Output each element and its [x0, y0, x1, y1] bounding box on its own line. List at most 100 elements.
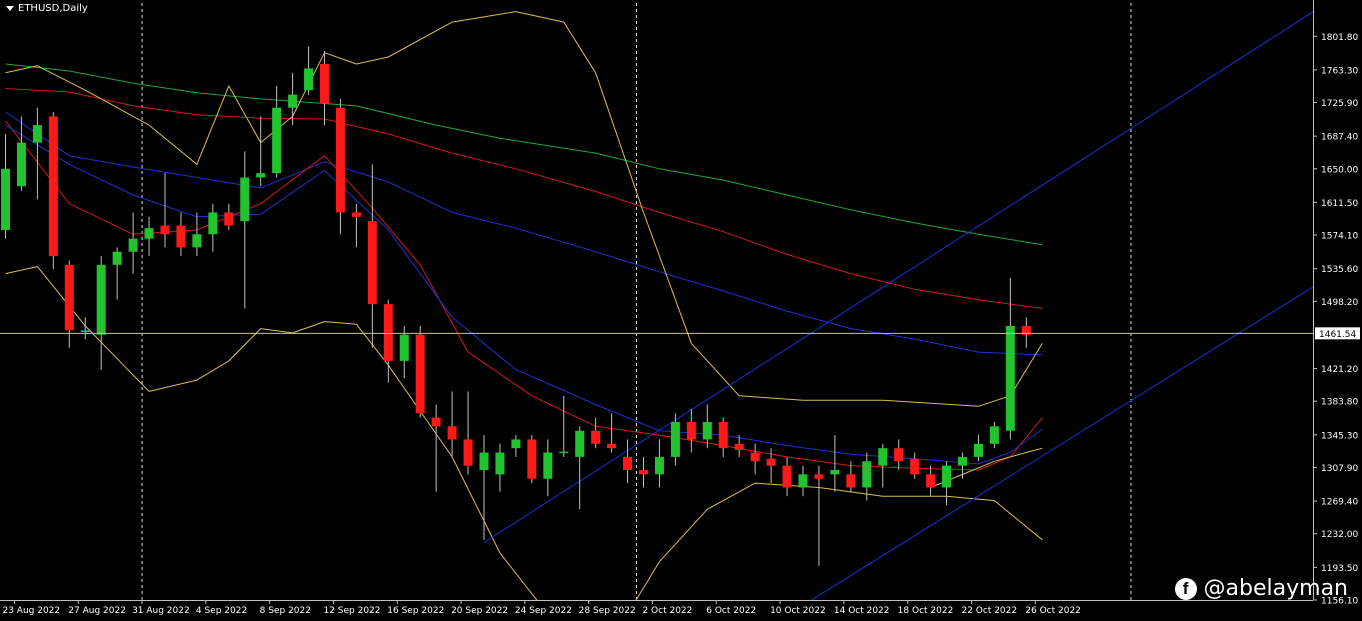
candle-body	[256, 173, 266, 178]
x-tick-label: 24 Sep 2022	[515, 606, 572, 616]
candle-body	[973, 443, 983, 457]
bear-candle	[64, 260, 74, 348]
candle-body	[926, 474, 936, 488]
candle-body	[112, 251, 122, 265]
x-tick-label: 8 Sep 2022	[260, 606, 311, 616]
y-tick-label: 1345.30	[1321, 431, 1358, 441]
candle-body	[894, 448, 904, 462]
bull-candle	[112, 247, 122, 300]
bear-candle	[623, 439, 633, 484]
candle-body	[527, 439, 537, 479]
bear-candle	[367, 164, 377, 348]
bull-candle	[80, 317, 90, 340]
bull-candle	[208, 203, 218, 252]
candle-body	[782, 465, 792, 488]
candle-body	[798, 474, 808, 488]
bull-candle	[654, 439, 664, 488]
bb-mid-line	[5, 120, 1043, 471]
bull-candle	[240, 151, 250, 309]
bear-candle	[910, 452, 920, 479]
candle-body	[320, 64, 329, 104]
bear-candle	[335, 98, 345, 235]
bull-candle	[559, 395, 569, 457]
candle-body	[862, 461, 872, 488]
candle-body	[623, 456, 633, 471]
bear-candle	[176, 212, 186, 257]
candle-body	[335, 107, 345, 213]
candle-body	[670, 421, 680, 457]
bull-candle	[1, 133, 10, 239]
x-tick-label: 14 Oct 2022	[834, 606, 890, 616]
candle-body	[32, 125, 42, 143]
candle-body	[750, 452, 760, 462]
candle-body	[607, 443, 617, 449]
bear-candle	[718, 417, 728, 457]
candle-body	[686, 421, 696, 440]
y-tick-label: 1574.10	[1321, 232, 1358, 242]
candle-body	[415, 334, 425, 414]
candle-body	[160, 225, 170, 235]
candle-body	[830, 470, 840, 475]
x-tick-label: 26 Oct 2022	[1025, 606, 1081, 616]
bear-candle	[160, 173, 170, 248]
candle-body	[718, 421, 728, 449]
watermark-handle: @abelayman	[1203, 576, 1348, 601]
candle-body	[559, 451, 569, 454]
bull-candle	[96, 256, 106, 370]
y-tick-label: 1193.50	[1321, 564, 1358, 574]
dropdown-triangle-icon[interactable]	[6, 6, 14, 11]
candle-body	[399, 334, 409, 361]
bear-candle	[463, 391, 473, 475]
candle-body	[878, 448, 888, 466]
candle-body	[958, 456, 967, 466]
candle-body	[288, 94, 298, 108]
facebook-icon: f	[1174, 577, 1197, 600]
bull-candle	[670, 413, 680, 466]
plot-area	[0, 3, 1313, 600]
bear-candle	[320, 50, 329, 126]
candle-body	[463, 439, 473, 466]
y-tick-label: 1421.20	[1321, 365, 1358, 375]
candle-body	[224, 212, 234, 226]
bear-candle	[926, 465, 936, 497]
candle-body	[639, 470, 648, 475]
bull-candle	[288, 72, 298, 126]
candle-body	[64, 264, 74, 331]
bear-candle	[527, 435, 537, 484]
symbol-header[interactable]: ETHUSD,Daily	[6, 3, 88, 14]
y-tick-label: 1725.90	[1321, 99, 1358, 109]
x-tick-label: 27 Aug 2022	[68, 606, 126, 616]
y-tick-label: 1650.00	[1321, 165, 1358, 175]
bull-candle	[304, 46, 314, 95]
candle-body	[910, 458, 920, 475]
x-tick-label: 23 Aug 2022	[2, 606, 60, 616]
bear-candle	[447, 391, 457, 457]
candle-body	[1005, 325, 1015, 431]
bear-candle	[686, 408, 696, 453]
candle-body	[96, 264, 106, 335]
candle-body	[128, 238, 138, 252]
bull-candle	[16, 116, 26, 191]
y-tick-label: 1269.40	[1321, 498, 1358, 508]
candle-body	[1, 168, 10, 230]
y-tick-label: 1498.20	[1321, 298, 1358, 308]
x-tick-label: 12 Sep 2022	[323, 606, 380, 616]
candle-body	[942, 465, 952, 488]
bear-candle	[639, 456, 648, 488]
y-tick-label: 1535.60	[1321, 265, 1358, 275]
bull-candle	[798, 465, 808, 497]
candle-body	[192, 234, 202, 248]
channel-lower-line	[810, 286, 1313, 600]
candle-body	[272, 107, 282, 174]
bull-candle	[192, 212, 202, 257]
candle-body	[80, 330, 90, 333]
x-tick-label: 28 Sep 2022	[579, 606, 636, 616]
candle-body	[48, 116, 58, 257]
bear-candle	[1021, 317, 1031, 348]
bull-candle	[575, 426, 585, 510]
bull-candle	[942, 461, 952, 505]
price-chart[interactable]: 1801.80 1763.30 1725.90 1687.40 1650.00 1611.…	[0, 0, 1362, 621]
bull-candle	[973, 435, 983, 462]
candle-body	[16, 142, 26, 187]
bear-candle	[894, 439, 904, 471]
